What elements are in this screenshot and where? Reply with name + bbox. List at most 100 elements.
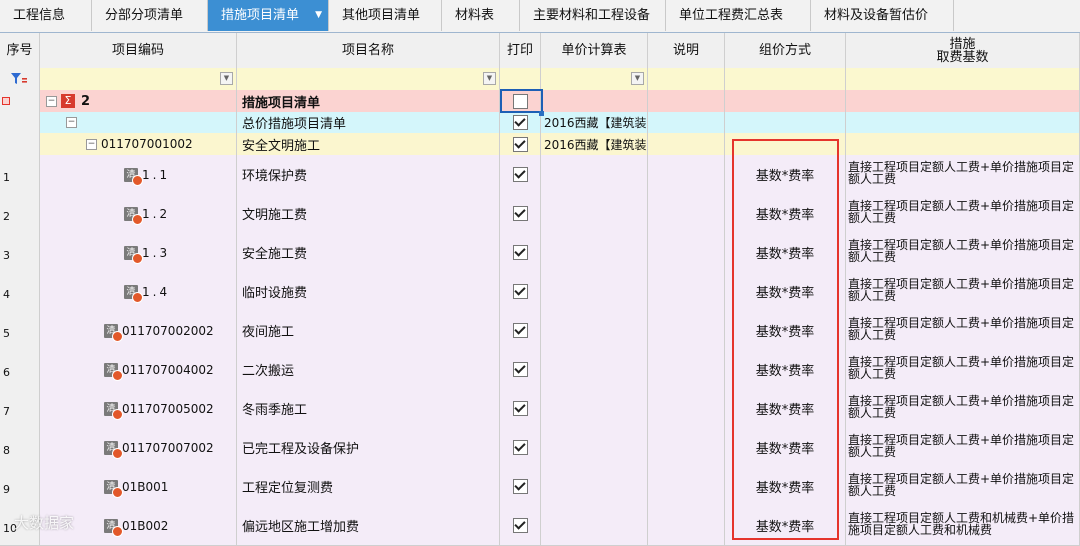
- fill-handle[interactable]: [539, 111, 544, 116]
- table-row[interactable]: 9 清 01B001 工程定位复测费 基数*费率 直接工程项目定额人工费+单价措施项目定额…: [0, 467, 1080, 507]
- row-name[interactable]: 安全施工费: [237, 233, 500, 272]
- collapse-icon[interactable]: −: [86, 138, 97, 150]
- row-unit-calc[interactable]: [541, 467, 648, 506]
- row-print[interactable]: [500, 350, 541, 389]
- row-name[interactable]: 夜间施工: [237, 311, 500, 350]
- row-unit-calc[interactable]: 2016西藏【建筑装: [541, 133, 648, 155]
- row-name[interactable]: 已完工程及设备保护: [237, 428, 500, 467]
- row-basis[interactable]: 直接工程项目定额人工费+单价措施项目定额人工费: [846, 194, 1080, 233]
- row-basis[interactable]: 直接工程项目定额人工费+单价措施项目定额人工费: [846, 428, 1080, 467]
- row-code[interactable]: 清 1.2: [40, 194, 237, 233]
- row-name[interactable]: 偏远地区施工增加费: [237, 506, 500, 545]
- filter-dropdown-icon[interactable]: ▼: [483, 72, 496, 85]
- col-code[interactable]: 项目编码: [40, 33, 237, 68]
- row-code[interactable]: 清 011707002002: [40, 311, 237, 350]
- row-pricing[interactable]: 基数*费率: [725, 233, 846, 272]
- row-basis[interactable]: 直接工程项目定额人工费+单价措施项目定额人工费: [846, 155, 1080, 194]
- row-print[interactable]: [500, 272, 541, 311]
- col-basis[interactable]: 措施 取费基数: [846, 33, 1080, 68]
- tab-provisional-prices[interactable]: 材料及设备暂估价: [811, 0, 954, 31]
- row-unit-calc[interactable]: [541, 350, 648, 389]
- row-basis[interactable]: [846, 133, 1080, 155]
- row-desc[interactable]: [648, 389, 725, 428]
- row-code[interactable]: 清 011707004002: [40, 350, 237, 389]
- filter-unit-calc[interactable]: ▼: [541, 68, 648, 90]
- tab-project-info[interactable]: 工程信息: [0, 0, 92, 31]
- table-row[interactable]: 7 清 011707005002 冬雨季施工 基数*费率 直接工程项目定额人工费+单价措施…: [0, 389, 1080, 429]
- tab-materials[interactable]: 材料表: [442, 0, 520, 31]
- row-pricing[interactable]: 基数*费率: [725, 311, 846, 350]
- row-name[interactable]: 措施项目清单: [237, 90, 500, 112]
- row-pricing[interactable]: 基数*费率: [725, 506, 846, 545]
- tab-division-items[interactable]: 分部分项清单: [92, 0, 208, 31]
- filter-print[interactable]: [500, 68, 541, 90]
- row-name[interactable]: 冬雨季施工: [237, 389, 500, 428]
- row-unit-calc[interactable]: [541, 272, 648, 311]
- row-basis[interactable]: 直接工程项目定额人工费和机械费+单价措施项目定额人工费和机械费: [846, 506, 1080, 545]
- collapse-icon[interactable]: −: [46, 95, 57, 107]
- row-unit-calc[interactable]: [541, 506, 648, 545]
- table-row[interactable]: 5 清 011707002002 夜间施工 基数*费率 直接工程项目定额人工费+单价措施项…: [0, 311, 1080, 351]
- col-print[interactable]: 打印: [500, 33, 541, 68]
- row-desc[interactable]: [648, 133, 725, 155]
- filter-dropdown-icon[interactable]: ▼: [220, 72, 233, 85]
- print-checkbox[interactable]: [512, 167, 528, 182]
- collapse-icon[interactable]: −: [66, 117, 77, 128]
- col-name[interactable]: 项目名称: [237, 33, 500, 68]
- print-checkbox[interactable]: [512, 479, 528, 494]
- row-desc[interactable]: [648, 311, 725, 350]
- row-unit-calc[interactable]: [541, 155, 648, 194]
- row-unit-calc[interactable]: [541, 389, 648, 428]
- row-name[interactable]: 安全文明施工: [237, 133, 500, 155]
- row-pricing[interactable]: 基数*费率: [725, 350, 846, 389]
- chevron-down-icon[interactable]: ▼: [315, 0, 322, 31]
- row-unit-calc[interactable]: [541, 311, 648, 350]
- table-row[interactable]: 1 清 1.1 环境保护费 基数*费率 直接工程项目定额人工费+单价措施项目定额人工费: [0, 155, 1080, 195]
- row-desc[interactable]: [648, 90, 725, 112]
- table-row[interactable]: 2 清 1.2 文明施工费 基数*费率 直接工程项目定额人工费+单价措施项目定额人工费: [0, 194, 1080, 234]
- row-basis[interactable]: [846, 112, 1080, 133]
- row-desc[interactable]: [648, 194, 725, 233]
- table-row[interactable]: 6 清 011707004002 二次搬运 基数*费率 直接工程项目定额人工费+单价措施项…: [0, 350, 1080, 390]
- row-code[interactable]: 清 011707007002: [40, 428, 237, 467]
- col-seq[interactable]: 序号: [0, 33, 40, 68]
- row-pricing[interactable]: [725, 112, 846, 133]
- row-code[interactable]: 清 011707005002: [40, 389, 237, 428]
- print-checkbox[interactable]: [512, 136, 528, 152]
- row-code[interactable]: 清 1.4: [40, 272, 237, 311]
- row-name[interactable]: 总价措施项目清单: [237, 112, 500, 133]
- table-row[interactable]: −011707001002 安全文明施工 2016西藏【建筑装: [0, 133, 1080, 156]
- print-checkbox[interactable]: [512, 401, 528, 416]
- row-code[interactable]: −011707001002: [40, 133, 237, 155]
- row-desc[interactable]: [648, 112, 725, 133]
- row-pricing[interactable]: [725, 133, 846, 155]
- row-name[interactable]: 临时设施费: [237, 272, 500, 311]
- row-pricing[interactable]: [725, 90, 846, 112]
- row-pricing[interactable]: 基数*费率: [725, 467, 846, 506]
- row-basis[interactable]: 直接工程项目定额人工费+单价措施项目定额人工费: [846, 350, 1080, 389]
- filter-dropdown-icon[interactable]: ▼: [631, 72, 644, 85]
- row-unit-calc[interactable]: [541, 194, 648, 233]
- row-pricing[interactable]: 基数*费率: [725, 155, 846, 194]
- row-print[interactable]: [500, 155, 541, 194]
- row-name[interactable]: 二次搬运: [237, 350, 500, 389]
- row-desc[interactable]: [648, 155, 725, 194]
- row-code[interactable]: 清 01B001: [40, 467, 237, 506]
- row-unit-calc[interactable]: [541, 428, 648, 467]
- row-print[interactable]: [500, 311, 541, 350]
- row-desc[interactable]: [648, 428, 725, 467]
- row-code[interactable]: 清 1.1: [40, 155, 237, 194]
- row-desc[interactable]: [648, 467, 725, 506]
- row-basis[interactable]: 直接工程项目定额人工费+单价措施项目定额人工费: [846, 389, 1080, 428]
- filter-icon[interactable]: [0, 68, 40, 90]
- col-pricing[interactable]: 组价方式: [725, 33, 846, 68]
- print-checkbox[interactable]: [512, 362, 528, 377]
- tab-cost-summary[interactable]: 单位工程费汇总表: [666, 0, 811, 31]
- row-basis[interactable]: 直接工程项目定额人工费+单价措施项目定额人工费: [846, 311, 1080, 350]
- print-checkbox[interactable]: [512, 245, 528, 260]
- row-print[interactable]: [500, 467, 541, 506]
- col-unit-calc[interactable]: 单价计算表: [541, 33, 648, 68]
- row-print[interactable]: [500, 194, 541, 233]
- tab-main-materials[interactable]: 主要材料和工程设备: [520, 0, 666, 31]
- row-basis[interactable]: 直接工程项目定额人工费+单价措施项目定额人工费: [846, 233, 1080, 272]
